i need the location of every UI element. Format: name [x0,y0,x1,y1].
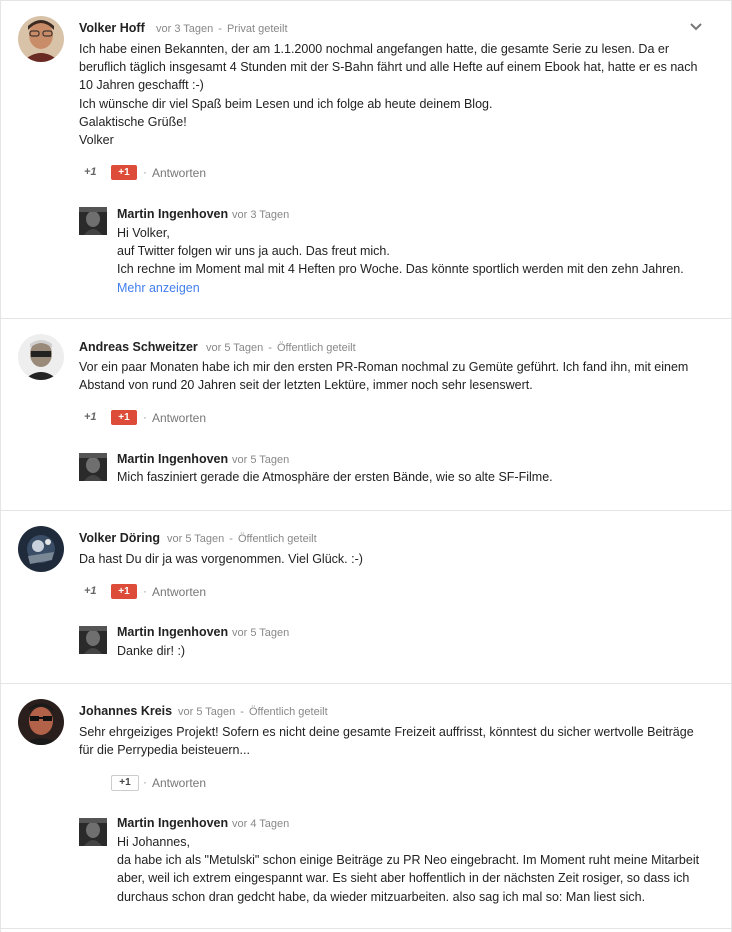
reply-line: Mich fasziniert gerade die Atmosphäre de… [117,470,553,484]
reply-body: Hi Volker, auf Twitter folgen wir uns ja… [117,224,713,297]
comment-author[interactable]: Volker Hoff [79,21,145,35]
comment-line: Volker [79,133,114,148]
action-separator: · [143,165,147,179]
reply-time[interactable]: vor 3 Tagen [232,209,289,221]
avatar[interactable] [18,526,64,572]
reply-time[interactable]: vor 4 Tagen [232,818,289,830]
meta-separator: - [268,342,272,354]
reply-line: Hi Volker, [117,226,170,240]
reply-line: Hi Johannes, [117,835,190,849]
comment-line: Ich habe einen Bekannten, der am 1.1.200… [79,42,698,93]
reply-author[interactable]: Martin Ingenhoven [117,207,228,221]
comment-meta: vor 5 Tagen - Öffentlich geteilt [178,706,328,718]
comment-time[interactable]: vor 3 Tagen [156,23,213,35]
comment-line: Da hast Du dir ja was vorgenommen. Viel … [79,552,363,566]
reply-author[interactable]: Martin Ingenhoven [117,452,228,466]
comment-body: Da hast Du dir ja was vorgenommen. Viel … [79,550,699,568]
plus-one-count: +1 [84,411,97,423]
comment-divider [0,510,732,511]
plus-one-count: +1 [84,585,97,597]
reply-button[interactable]: Antworten [152,166,206,180]
reply-avatar[interactable] [79,453,107,481]
reply-avatar[interactable] [79,626,107,654]
chevron-down-icon[interactable] [689,20,703,34]
comment-divider [0,318,732,319]
comment-line: Ich wünsche dir viel Spaß beim Lesen und… [79,96,493,111]
plus-one-button[interactable]: +1 [111,584,137,599]
reply-body: Danke dir! :) [117,642,713,660]
comment-author[interactable]: Johannes Kreis [79,704,172,718]
reply-body: Hi Johannes, da habe ich als "Metulski" … [117,833,713,906]
meta-separator: - [218,23,222,35]
reply-avatar[interactable] [79,207,107,235]
comment-visibility: Privat geteilt [226,23,288,35]
comment-meta: vor 3 Tagen - Privat geteilt [156,23,288,35]
reply-button[interactable]: Antworten [152,585,206,599]
reply-line: Danke dir! :) [117,644,186,658]
plus-one-count: +1 [84,166,97,178]
reply-author[interactable]: Martin Ingenhoven [117,625,228,639]
reply-author[interactable]: Martin Ingenhoven [117,816,228,830]
reply-avatar[interactable] [79,818,107,846]
comment-meta: vor 5 Tagen - Öffentlich geteilt [206,342,356,354]
comment-line: Vor ein paar Monaten habe ich mir den er… [79,360,689,393]
plus-one-button[interactable]: +1 [111,165,137,180]
comment-line: Sehr ehrgeiziges Projekt! Sofern es nich… [79,725,694,758]
action-separator: · [143,410,147,424]
reply-time[interactable]: vor 5 Tagen [232,627,289,639]
action-separator: · [143,775,147,789]
reply-line: Ich rechne im Moment mal mit 4 Heften pr… [117,262,684,277]
comment-divider [0,928,732,929]
show-more-link[interactable]: Mehr anzeigen [117,279,713,297]
comment-author[interactable]: Andreas Schweitzer [79,340,198,354]
reply-line: auf Twitter folgen wir uns ja auch. Das … [117,244,390,259]
reply-body: Mich fasziniert gerade die Atmosphäre de… [117,468,713,486]
comment-line: Galaktische Grüße! [79,114,187,129]
comment-visibility: Öffentlich geteilt [248,706,328,718]
reply-button[interactable]: Antworten [152,411,206,425]
comment-author[interactable]: Volker Döring [79,531,160,545]
comment-body: Vor ein paar Monaten habe ich mir den er… [79,358,699,394]
frame-top-border [0,0,732,1]
meta-separator: - [229,533,233,545]
frame-left-border [0,0,1,932]
comment-body: Ich habe einen Bekannten, der am 1.1.200… [79,40,699,149]
avatar[interactable] [18,334,64,380]
comment-body: Sehr ehrgeiziges Projekt! Sofern es nich… [79,723,699,759]
comment-meta: vor 5 Tagen - Öffentlich geteilt [167,533,317,545]
comment-divider [0,683,732,684]
reply-button[interactable]: Antworten [152,776,206,790]
reply-time[interactable]: vor 5 Tagen [232,454,289,466]
comment-time[interactable]: vor 5 Tagen [206,342,263,354]
comment-visibility: Öffentlich geteilt [276,342,356,354]
plus-one-button[interactable]: +1 [111,775,139,791]
action-separator: · [143,584,147,598]
meta-separator: - [240,706,244,718]
reply-line: da habe ich als "Metulski" schon einige … [117,853,700,904]
plus-one-button[interactable]: +1 [111,410,137,425]
comment-time[interactable]: vor 5 Tagen [178,706,235,718]
avatar[interactable] [18,16,64,62]
comment-time[interactable]: vor 5 Tagen [167,533,224,545]
avatar[interactable] [18,699,64,745]
comment-visibility: Öffentlich geteilt [237,533,317,545]
